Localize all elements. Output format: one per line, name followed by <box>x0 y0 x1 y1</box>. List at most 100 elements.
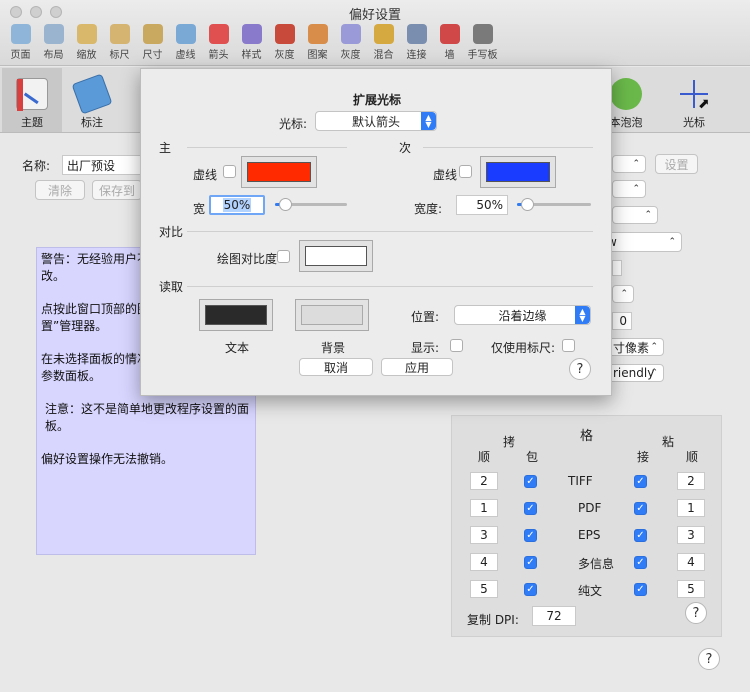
toolbar-item[interactable]: 尺寸 <box>136 22 169 64</box>
name-field[interactable]: 出厂预设 <box>62 155 142 175</box>
copy-order-field[interactable]: 4 <box>470 553 498 571</box>
cursor-select-value: 默认箭头 <box>351 114 400 129</box>
primary-width-field[interactable]: 50% <box>209 195 265 215</box>
secondary-width-slider[interactable] <box>517 198 591 211</box>
dpi-field[interactable]: 72 <box>532 606 576 626</box>
tab-label: 光标 <box>683 116 705 129</box>
cursor-select[interactable]: 默认箭头 ▲ ▼ <box>315 111 437 131</box>
accept-checkbox[interactable]: ✓ <box>634 502 647 515</box>
accept-checkbox[interactable]: ✓ <box>634 556 647 569</box>
apply-button[interactable]: 应用 <box>381 358 453 376</box>
secondary-color-well[interactable] <box>480 156 556 188</box>
crosshair-cursor-icon: ⬈ <box>678 78 710 112</box>
accept-checkbox[interactable]: ✓ <box>634 529 647 542</box>
option-select-3[interactable]: ⌃ <box>612 206 658 224</box>
accept-checkbox[interactable]: ✓ <box>634 583 647 596</box>
primary-width-slider[interactable] <box>275 198 347 211</box>
text-color-well[interactable] <box>199 299 273 331</box>
toolbar-item-label: 样式 <box>241 50 262 61</box>
toolbar-item[interactable]: 墙 <box>433 22 466 64</box>
settings-button[interactable]: 设置 <box>655 154 698 174</box>
primary-dash-checkbox[interactable] <box>223 165 236 178</box>
include-checkbox[interactable]: ✓ <box>524 475 537 488</box>
chevron-icon: ⌃ <box>632 159 640 169</box>
order-right-header: 顺 <box>686 450 699 464</box>
dpi-label: 复制 DPI: <box>467 613 519 627</box>
secondary-dash-checkbox[interactable] <box>459 165 472 178</box>
grid-help-button[interactable]: ? <box>685 602 707 624</box>
toolbar-item[interactable]: 虚线 <box>169 22 202 64</box>
ruler-only-checkbox[interactable] <box>562 339 575 352</box>
primary-color-well[interactable] <box>241 156 317 188</box>
toolbar-item[interactable]: 连接 <box>400 22 433 64</box>
copy-order-field[interactable]: 2 <box>470 472 498 490</box>
copy-order-field[interactable]: 3 <box>470 526 498 544</box>
small-field[interactable] <box>612 260 622 276</box>
toolbar-item[interactable]: 缩放 <box>70 22 103 64</box>
accept-checkbox[interactable]: ✓ <box>634 475 647 488</box>
include-checkbox[interactable]: ✓ <box>524 529 537 542</box>
option-select-2[interactable]: ⌃ <box>612 180 646 198</box>
tab-label: 本泡泡 <box>609 116 643 129</box>
global-help-button[interactable]: ? <box>698 648 720 670</box>
background-color-well[interactable] <box>295 299 369 331</box>
paste-order-field[interactable]: 3 <box>677 526 705 544</box>
primary-width-label: 宽 <box>193 202 206 216</box>
toolbar-item-label: 页面 <box>10 50 31 61</box>
bubble-icon <box>610 78 642 110</box>
toolbar-item-label: 缩放 <box>76 50 97 61</box>
text-color-label: 文本 <box>225 341 250 355</box>
copy-order-field[interactable]: 1 <box>470 499 498 517</box>
sheet-help-button[interactable]: ? <box>569 358 591 380</box>
primary-section-label: 主 <box>159 141 172 155</box>
warning-text: 偏好设置操作无法撤销。 <box>41 452 174 466</box>
toolbar-item[interactable]: 混合 <box>367 22 400 64</box>
toolbar-item[interactable]: 图案 <box>301 22 334 64</box>
friendly-select[interactable]: riendly ⌃ <box>604 364 664 382</box>
cancel-button[interactable]: 取消 <box>299 358 373 376</box>
position-label: 位置: <box>411 310 440 324</box>
ruler-only-label: 仅使用标尺: <box>491 341 556 355</box>
display-checkbox[interactable] <box>450 339 463 352</box>
include-checkbox[interactable]: ✓ <box>524 583 537 596</box>
toolbar-item-label: 标尺 <box>109 50 130 61</box>
paste-order-field[interactable]: 2 <box>677 472 705 490</box>
toolbar-item[interactable]: 灰度 <box>268 22 301 64</box>
toolbar-item[interactable]: 样式 <box>235 22 268 64</box>
select-value: riendly <box>613 366 655 380</box>
toolbar-item[interactable]: 页面 <box>4 22 37 64</box>
draw-contrast-checkbox[interactable] <box>277 250 290 263</box>
secondary-width-field[interactable]: 50% <box>456 195 508 215</box>
preset-select[interactable]: ⌃ <box>612 155 646 173</box>
copy-order-field[interactable]: 5 <box>470 580 498 598</box>
tab-annotate[interactable]: 标注 <box>62 68 122 132</box>
include-checkbox[interactable]: ✓ <box>524 502 537 515</box>
position-select[interactable]: 沿着边缘 ▲ ▼ <box>454 305 591 325</box>
readout-section-label: 读取 <box>159 280 184 294</box>
toolbar-item-label: 箭头 <box>208 50 229 61</box>
toolbar-item[interactable]: 标尺 <box>103 22 136 64</box>
toolbar-item-icon <box>307 24 328 44</box>
toolbar-item[interactable]: 布局 <box>37 22 70 64</box>
option-select-5[interactable]: ⌃ <box>612 285 634 303</box>
toolbar-item[interactable]: 箭头 <box>202 22 235 64</box>
toolbar-item-label: 灰度 <box>340 50 361 61</box>
slider-knob[interactable] <box>521 198 534 211</box>
chevron-icon: ⌃ <box>632 184 640 194</box>
paste-order-field[interactable]: 1 <box>677 499 705 517</box>
include-checkbox[interactable]: ✓ <box>524 556 537 569</box>
toolbar-item[interactable]: 灰度 <box>334 22 367 64</box>
clear-button[interactable]: 清除 <box>35 180 85 200</box>
pixels-select[interactable]: 寸像素 ⌃ <box>604 338 664 356</box>
paste-order-field[interactable]: 4 <box>677 553 705 571</box>
numeric-field[interactable]: 0 <box>612 312 632 330</box>
contrast-color-well[interactable] <box>299 240 373 272</box>
chevron-icon: ⌃ <box>668 237 676 247</box>
toolbar-item-icon <box>76 24 97 44</box>
slider-knob[interactable] <box>279 198 292 211</box>
paste-order-field[interactable]: 5 <box>677 580 705 598</box>
save-to-button[interactable]: 保存到 <box>92 180 142 200</box>
tab-cursor[interactable]: ⬈ 光标 <box>664 68 724 132</box>
toolbar-item[interactable]: 手写板 <box>466 22 499 64</box>
tab-theme[interactable]: 主题 <box>2 68 62 132</box>
